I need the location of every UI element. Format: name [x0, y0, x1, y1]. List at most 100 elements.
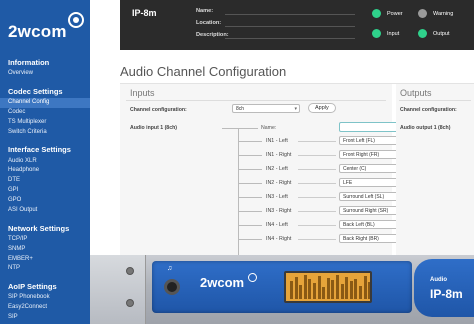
lcd-level-bar [299, 285, 303, 299]
sidebar-item[interactable]: Overview [0, 69, 90, 79]
sidebar-group: Network Settings TCP/IP SNMP EMBER+ NTP [0, 222, 90, 275]
lcd-level-bar [313, 283, 316, 299]
lcd-display [284, 271, 372, 303]
channel-tree-branch [238, 211, 262, 212]
faceplate-logo-mark-icon [248, 273, 257, 282]
sidebar-group-heading[interactable]: Codec Settings [0, 85, 90, 98]
input-channel-config-value: 8ch [236, 106, 245, 112]
sidebar-nav: Information Overview Codec Settings Channel… [0, 56, 90, 324]
lcd-level-bar [317, 276, 321, 299]
indicator-power-label: Power [387, 10, 403, 17]
channel-tree-branch [238, 155, 262, 156]
name-field-label: Name: [196, 8, 214, 14]
channel-row-connector [298, 239, 336, 240]
channel-tree-branch [238, 169, 262, 170]
sidebar-item[interactable]: Channel Config [0, 97, 90, 108]
logo-text: 2wcom [8, 22, 67, 41]
channel-row-label: IN1 - Right [266, 152, 292, 158]
input-channel-config-select[interactable]: 8ch ▾ [232, 104, 300, 113]
channel-tree-branch [238, 183, 262, 184]
indicator-output-label: Output [433, 30, 450, 37]
outputs-title-divider [399, 100, 471, 101]
input-channel-config-label: Channel configuration: [130, 107, 187, 113]
brand-logo[interactable]: 2wcom [6, 12, 84, 48]
location-field-label: Location: [196, 20, 222, 26]
apply-button[interactable]: Apply [308, 103, 336, 113]
sidebar-group-heading[interactable]: AoIP Settings [0, 280, 90, 293]
channel-row-connector [298, 155, 336, 156]
sidebar-item[interactable]: SIP Phonebook [0, 293, 90, 303]
sidebar-item[interactable]: Headphone [0, 166, 90, 176]
lcd-level-bar [303, 275, 307, 299]
inputs-title-divider [126, 100, 386, 101]
lcd-level-bar [294, 277, 298, 299]
sidebar-item[interactable]: Codec [0, 108, 90, 118]
sidebar-item[interactable]: Easy2Connect [0, 303, 90, 313]
channel-row-connector [298, 141, 336, 142]
device-name: IP-8m [132, 8, 157, 18]
channel-row-connector [298, 211, 336, 212]
warning-led-icon [418, 9, 427, 18]
screw-icon [126, 267, 134, 275]
channel-row-label: IN2 - Left [266, 166, 288, 172]
lcd-level-bar [363, 276, 367, 299]
sidebar: 2wcom Information Overview Codec Settings C… [0, 0, 90, 324]
headphone-icon: ♫ [167, 265, 173, 272]
description-field-label: Description: [196, 32, 229, 38]
channel-assignment-value: Front Left (FL) [343, 138, 375, 144]
channel-assignment-value: Center (C) [343, 166, 367, 172]
channel-row-connector [298, 183, 336, 184]
sidebar-group: Interface Settings Audio XLR Headphone DTE G… [0, 143, 90, 215]
chevron-down-icon: ▾ [294, 106, 297, 112]
channel-assignment-value: Back Right (BR) [343, 236, 379, 242]
sidebar-item[interactable]: EMBER+ [0, 254, 90, 264]
channel-row-label: IN4 - Right [266, 236, 292, 242]
lcd-level-bar [359, 286, 362, 299]
model-plate-small: Audio [430, 277, 447, 283]
device-front-panel-photo: ♫ 2wcom Audio IP-8m [90, 255, 474, 324]
indicator-power: Power [372, 9, 403, 18]
headphone-jack-icon [164, 279, 180, 295]
lcd-level-bar [368, 282, 370, 299]
screw-icon [126, 299, 134, 307]
channel-assignment-value: Surround Right (SR) [343, 208, 389, 214]
sidebar-group: AoIP Settings SIP Phonebook Easy2Connect SI… [0, 280, 90, 323]
sidebar-item[interactable]: DTE [0, 176, 90, 186]
logo-mark-icon [68, 12, 84, 28]
lcd-level-bar [331, 280, 335, 299]
sidebar-item[interactable]: NTP [0, 264, 90, 274]
sidebar-group-heading[interactable]: Information [0, 56, 90, 69]
channel-tree-branch [238, 239, 262, 240]
output-led-icon [418, 29, 427, 38]
output-channel-config-label: Channel configuration: [400, 107, 457, 113]
page-title: Audio Channel Configuration [120, 64, 287, 79]
sidebar-item[interactable]: Switch Criteria [0, 128, 90, 138]
sidebar-item[interactable]: TCP/IP [0, 235, 90, 245]
audio-output-header: Audio output 1 (8ch) [400, 125, 451, 131]
sidebar-item[interactable]: SIP [0, 313, 90, 323]
channel-assignment-value: Front Right (FR) [343, 152, 380, 158]
channel-row-label: IN1 - Left [266, 138, 288, 144]
audio-input-name-label: Name: [261, 125, 277, 131]
sidebar-item[interactable]: GPI [0, 186, 90, 196]
faceplate-logo: 2wcom [200, 275, 245, 290]
sidebar-item[interactable]: ASI Output [0, 206, 90, 216]
sidebar-group-heading[interactable]: Network Settings [0, 222, 90, 235]
outputs-panel: Outputs Channel configuration: Audio out… [396, 84, 474, 284]
sidebar-group: Information Overview [0, 56, 90, 79]
device-model-plate: Audio IP-8m [414, 259, 474, 317]
sidebar-item[interactable]: Audio XLR [0, 156, 90, 166]
indicator-warning: Warning [418, 9, 453, 18]
sidebar-item[interactable]: GPO [0, 196, 90, 206]
sidebar-item[interactable]: SNMP [0, 245, 90, 255]
name-field-rule [225, 14, 355, 15]
sidebar-group-heading[interactable]: Interface Settings [0, 143, 90, 156]
channel-row-label: IN4 - Left [266, 222, 288, 228]
channel-assignment-value: Surround Left (SL) [343, 194, 385, 200]
location-field-rule [225, 26, 355, 27]
channel-tree-branch [238, 225, 262, 226]
lcd-level-bar [340, 284, 344, 299]
channel-tree-branch [238, 197, 262, 198]
channel-row-label: IN3 - Left [266, 194, 288, 200]
sidebar-item[interactable]: TS Multiplexer [0, 118, 90, 128]
